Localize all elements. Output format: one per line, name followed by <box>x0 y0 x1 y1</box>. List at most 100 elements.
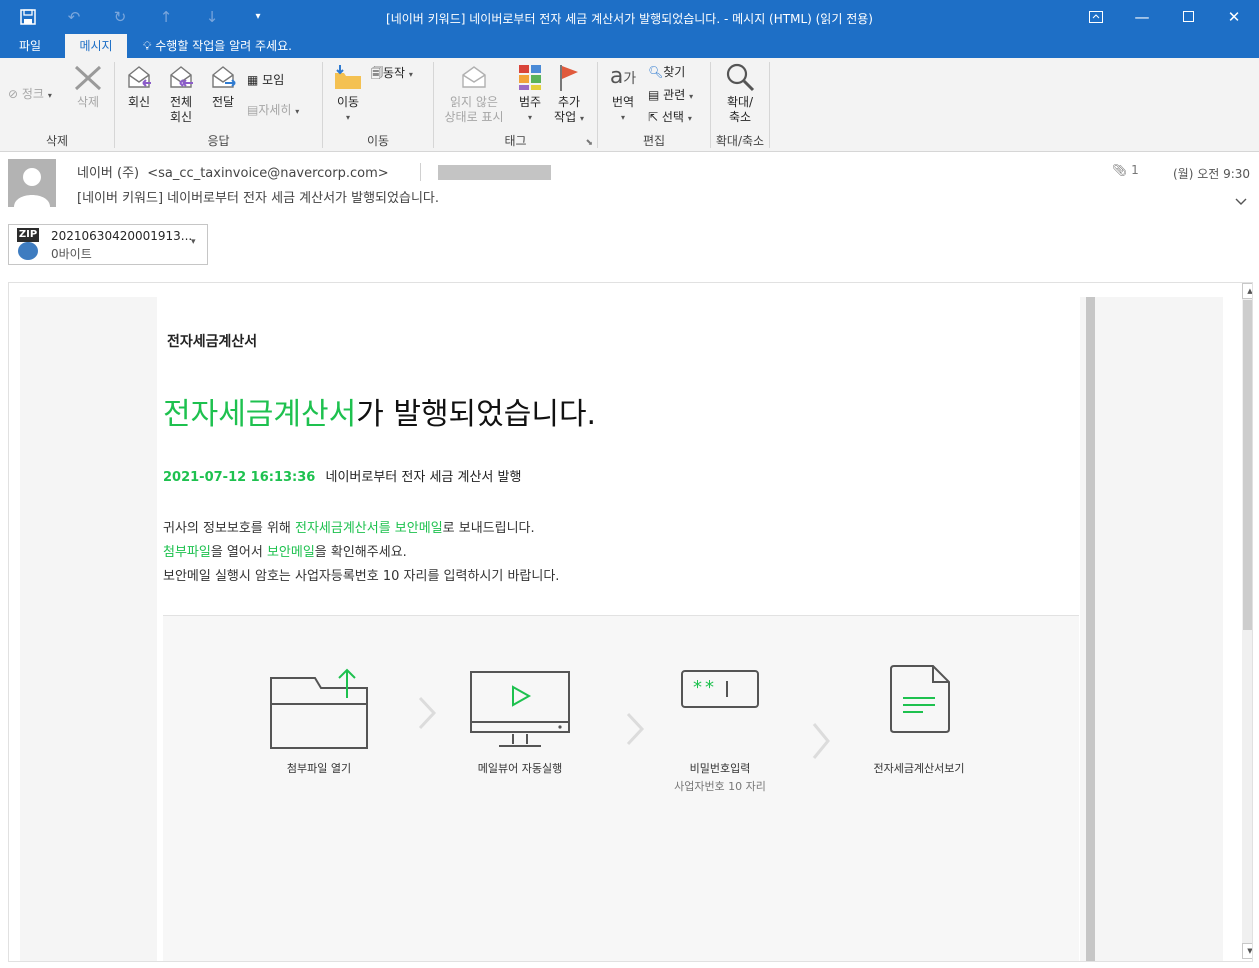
document-icon <box>889 664 951 734</box>
meeting-label: 모임 <box>262 73 285 87</box>
zoom-label-1: 확대/ <box>726 95 754 109</box>
envelope-icon <box>458 61 490 93</box>
monitor-play-icon <box>469 670 571 748</box>
follow-up-button[interactable]: 추가 작업 ▾ <box>551 61 587 126</box>
notice-1b: 로 보내드립니다. <box>442 521 535 536</box>
scroll-thumb[interactable] <box>1243 300 1252 630</box>
forward-button[interactable]: 전달 <box>205 61 241 110</box>
categorize-icon <box>514 61 546 93</box>
find-button[interactable]: 🔍︎찾기 <box>648 62 685 82</box>
junk-button: ⊘ 정크 ▾ <box>8 87 52 101</box>
sender: 네이버 (주) <sa_cc_taxinvoice@navercorp.com> <box>77 162 389 181</box>
select-label: 선택 <box>661 110 684 124</box>
avatar <box>8 159 56 207</box>
related-label: 관련 <box>663 88 686 102</box>
move-button[interactable]: 이동 ▾ <box>327 61 369 125</box>
group-respond: 회신 전체 회신 전달 ▦ 모임 ▤자세히 ▾ 응답 <box>115 58 322 151</box>
message-header: 네이버 (주) <sa_cc_taxinvoice@navercorp.com>… <box>0 152 1259 224</box>
mark-unread-button: 읽지 않은 상태로 표시 <box>436 61 512 125</box>
attachment-item[interactable]: ZIP 20210630420001913... 0바이트 ▾ <box>8 224 208 265</box>
forward-icon <box>207 61 239 93</box>
meeting-icon: ▦ <box>247 73 259 87</box>
delete-label: 삭제 <box>76 95 100 109</box>
sender-email: <sa_cc_taxinvoice@navercorp.com> <box>147 166 389 181</box>
scroll-up-icon[interactable]: ▲ <box>1242 283 1252 299</box>
delete-icon <box>72 61 104 93</box>
password-mask: ** <box>693 677 717 698</box>
attachment-size: 0바이트 <box>51 247 92 261</box>
tab-message[interactable]: 메시지 <box>65 34 127 58</box>
tell-me-text: 수행할 작업을 알려 주세요. <box>155 39 292 53</box>
group-editing: a가 번역 ▾ 🔍︎찾기 ▤ 관련 ▾ ⇱ 선택 ▾ 편집 <box>598 58 710 151</box>
scroll-down-icon[interactable]: ▼ <box>1242 943 1252 959</box>
separator <box>769 62 770 148</box>
notice-text: 귀사의 정보보호를 위해 전자세금계산서를 보안메일로 보내드립니다. 첨부파일… <box>163 517 559 589</box>
reply-icon <box>123 61 155 93</box>
title-bar: ↶ ↻ ↑ ↓ ▾ [네이버 키워드] 네이버로부터 전자 세금 계산서가 발행… <box>0 0 1259 34</box>
ribbon-display-icon[interactable] <box>1073 0 1119 34</box>
magnifier-icon <box>724 61 756 93</box>
attachment-indicator: 📎︎ 1 <box>1112 163 1139 177</box>
password-field-icon: ** <box>681 670 759 708</box>
message-body: 전자세금계산서 전자세금계산서가 발행되었습니다. 2021-07-12 16:… <box>8 282 1253 962</box>
meeting-button[interactable]: ▦ 모임 <box>247 70 284 90</box>
window-title: [네이버 키워드] 네이버로부터 전자 세금 계산서가 발행되었습니다. - 메… <box>386 12 873 26</box>
related-button[interactable]: ▤ 관련 ▾ <box>648 85 693 105</box>
group-move: 이동 ▾ 🗐︎동작 ▾ 이동 <box>323 58 433 151</box>
junk-icon: ⊘ <box>8 87 19 101</box>
sender-name[interactable]: 네이버 (주) <box>77 166 139 181</box>
minimize-icon[interactable]: — <box>1119 0 1165 34</box>
translate-button[interactable]: a가 번역 ▾ <box>602 61 644 125</box>
maximize-icon[interactable] <box>1165 0 1211 34</box>
headline-green: 전자세금계산서 <box>163 397 357 432</box>
tell-me-box[interactable]: 💡︎ 수행할 작업을 알려 주세요. <box>143 34 292 58</box>
folder-upload-icon <box>269 668 369 750</box>
zip-badge: ZIP <box>17 228 39 242</box>
ribbon: ⊘ 정크 ▾ 삭제 삭제 회신 전체 회신 전달 ▦ 모임 ▤자세히 ▾ 응답 … <box>0 58 1259 152</box>
notice-line-1: 귀사의 정보보호를 위해 전자세금계산서를 보안메일로 보내드립니다. <box>163 517 559 541</box>
reply-all-button[interactable]: 전체 회신 <box>163 61 199 125</box>
headline-rest: 가 발행되었습니다. <box>356 397 597 432</box>
attachment-name: 20210630420001913... <box>51 229 193 243</box>
reply-all-icon <box>165 61 197 93</box>
move-dropdown-arrow: ▾ <box>345 113 350 122</box>
notice-2a: 을 열어서 <box>210 545 267 560</box>
categorize-button[interactable]: 범주 ▾ <box>514 61 546 125</box>
email-card: 전자세금계산서 전자세금계산서가 발행되었습니다. 2021-07-12 16:… <box>157 297 1080 961</box>
step-1-label: 첨부파일 열기 <box>286 762 352 775</box>
reply-button[interactable]: 회신 <box>121 61 157 110</box>
select-button[interactable]: ⇱ 선택 ▾ <box>648 107 692 127</box>
translate-dropdown-arrow: ▾ <box>620 113 625 122</box>
actions-button[interactable]: 🗐︎동작 ▾ <box>371 63 413 83</box>
group-tags: 읽지 않은 상태로 표시 범주 ▾ 추가 작업 ▾ ⬊ 태그 <box>434 58 597 151</box>
inner-scrollbar[interactable] <box>1086 297 1095 961</box>
move-label: 이동 <box>336 95 360 109</box>
tab-file[interactable]: 파일 <box>0 34 60 58</box>
folder-move-icon <box>332 61 364 93</box>
step-3-label: 비밀번호입력 <box>689 762 751 775</box>
more-label: 자세히 <box>258 103 292 117</box>
more-button: ▤자세히 ▾ <box>247 103 300 117</box>
subject: [네이버 키워드] 네이버로부터 전자 세금 계산서가 발행되었습니다. <box>77 191 439 206</box>
notice-line-2: 첨부파일을 열어서 보안메일을 확인해주세요. <box>163 541 559 565</box>
chevron-right-icon <box>811 722 831 763</box>
close-icon[interactable]: ✕ <box>1211 0 1257 34</box>
reply-all-label-1: 전체 <box>169 95 193 109</box>
related-icon: ▤ <box>648 88 660 102</box>
chevron-right-icon <box>625 712 645 749</box>
vertical-scrollbar[interactable]: ▲ ▼ <box>1242 283 1252 959</box>
issue-datetime: 2021-07-12 16:13:36 <box>163 470 316 485</box>
chevron-right-icon <box>417 696 437 733</box>
mark-unread-label-1: 읽지 않은 <box>450 95 498 109</box>
recipient-redacted <box>438 165 551 180</box>
headline: 전자세금계산서가 발행되었습니다. <box>163 389 596 433</box>
lightbulb-icon: 💡︎ <box>143 39 152 53</box>
zoom-button[interactable]: 확대/ 축소 <box>715 61 765 125</box>
follow-up-label-2: 작업 ▾ <box>554 110 584 124</box>
translate-icon: a가 <box>609 64 637 89</box>
expand-header-icon[interactable] <box>1235 195 1247 209</box>
brand-label: 전자세금계산서 <box>167 334 258 350</box>
step-3-sublabel: 사업자번호 10 자리 <box>674 780 766 793</box>
attachment-dropdown-icon[interactable]: ▾ <box>191 237 196 247</box>
junk-label: 정크 <box>21 87 44 101</box>
